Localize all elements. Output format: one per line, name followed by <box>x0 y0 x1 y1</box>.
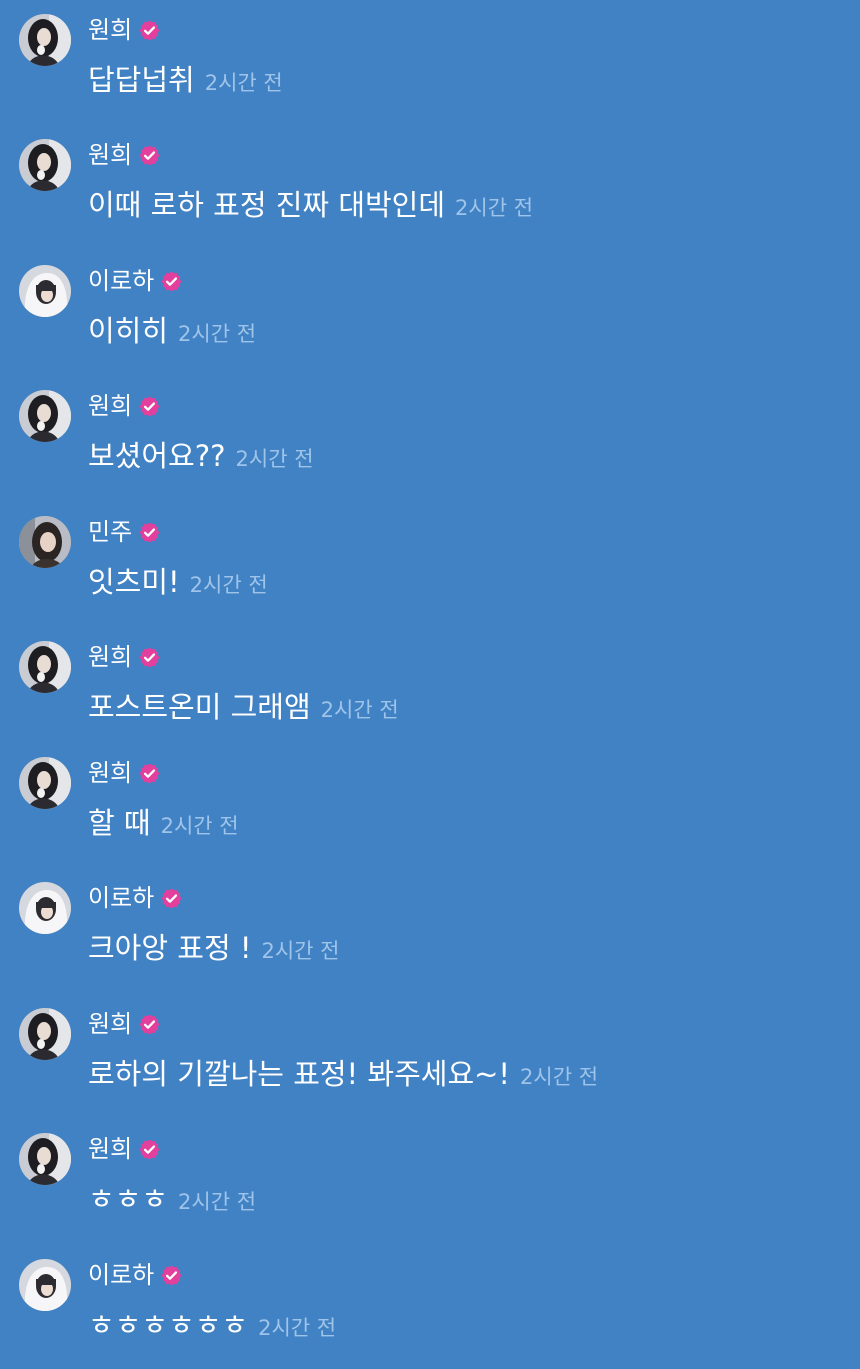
avatar[interactable] <box>19 1259 71 1311</box>
message-text: 크아앙 표정 ! <box>88 931 252 965</box>
message-timestamp: 2시간 전 <box>204 71 283 95</box>
username[interactable]: 원희 <box>88 640 132 674</box>
message-body: 포스트온미 그래앰 2시간 전 <box>88 685 399 729</box>
message-body: 답답넙취 2시간 전 <box>88 58 283 102</box>
message-body: 잇츠미! 2시간 전 <box>88 560 268 604</box>
username[interactable]: 원희 <box>88 756 132 790</box>
chat-message: 이로하 이히히 2시간 전 <box>0 265 860 375</box>
verified-badge-icon <box>138 395 161 418</box>
message-timestamp: 2시간 전 <box>160 814 239 838</box>
message-timestamp: 2시간 전 <box>178 322 257 346</box>
chat-message: 원희 보셨어요?? 2시간 전 <box>0 390 860 500</box>
message-timestamp: 2시간 전 <box>320 698 399 722</box>
verified-badge-icon <box>138 144 161 167</box>
message-timestamp: 2시간 전 <box>235 447 314 471</box>
chat-message: 원희 할 때 2시간 전 <box>0 757 860 867</box>
avatar[interactable] <box>19 757 71 809</box>
chat-message: 원희 ㅎㅎㅎ 2시간 전 <box>0 1133 860 1243</box>
avatar[interactable] <box>19 390 71 442</box>
message-text: 할 때 <box>88 806 151 840</box>
message-timestamp: 2시간 전 <box>261 939 340 963</box>
username[interactable]: 이로하 <box>88 264 154 298</box>
message-text: 이때 로하 표정 진짜 대박인데 <box>88 188 446 222</box>
message-text: 포스트온미 그래앰 <box>88 690 311 724</box>
message-header: 원희 <box>88 388 161 424</box>
message-header: 원희 <box>88 639 161 675</box>
chat-message: 원희 포스트온미 그래앰 2시간 전 <box>0 641 860 751</box>
message-header: 민주 <box>88 514 161 550</box>
verified-badge-icon <box>160 270 183 293</box>
message-text: 잇츠미! <box>88 565 180 599</box>
username[interactable]: 원희 <box>88 1007 132 1041</box>
message-body: 보셨어요?? 2시간 전 <box>88 434 314 478</box>
username[interactable]: 이로하 <box>88 881 154 915</box>
message-body: 크아앙 표정 ! 2시간 전 <box>88 926 339 970</box>
message-text: 이히히 <box>88 314 169 348</box>
message-header: 원희 <box>88 1131 161 1167</box>
message-header: 원희 <box>88 137 161 173</box>
message-body: 할 때 2시간 전 <box>88 801 239 845</box>
message-text: ㅎㅎㅎ <box>88 1182 169 1216</box>
message-timestamp: 2시간 전 <box>178 1190 257 1214</box>
message-header: 원희 <box>88 1006 161 1042</box>
username[interactable]: 원희 <box>88 13 132 47</box>
message-body: ㅎㅎㅎ 2시간 전 <box>88 1177 256 1221</box>
message-text: 답답넙취 <box>88 63 195 97</box>
message-body: 이히히 2시간 전 <box>88 309 256 353</box>
verified-badge-icon <box>160 1264 183 1287</box>
chat-message: 이로하 ㅎㅎㅎㅎㅎㅎ 2시간 전 <box>0 1259 860 1369</box>
message-header: 이로하 <box>88 880 183 916</box>
avatar[interactable] <box>19 1008 71 1060</box>
avatar[interactable] <box>19 641 71 693</box>
verified-badge-icon <box>138 646 161 669</box>
message-timestamp: 2시간 전 <box>189 573 268 597</box>
chat-message: 이로하 크아앙 표정 ! 2시간 전 <box>0 882 860 992</box>
message-timestamp: 2시간 전 <box>455 196 534 220</box>
verified-badge-icon <box>160 887 183 910</box>
verified-badge-icon <box>138 19 161 42</box>
message-header: 이로하 <box>88 1257 183 1293</box>
avatar[interactable] <box>19 265 71 317</box>
message-text: ㅎㅎㅎㅎㅎㅎ <box>88 1308 249 1342</box>
chat-message: 민주 잇츠미! 2시간 전 <box>0 516 860 626</box>
chat-message: 원희 로하의 기깔나는 표정! 봐주세요~! 2시간 전 <box>0 1008 860 1118</box>
message-body: ㅎㅎㅎㅎㅎㅎ 2시간 전 <box>88 1303 336 1347</box>
avatar[interactable] <box>19 139 71 191</box>
message-header: 원희 <box>88 755 161 791</box>
username[interactable]: 원희 <box>88 138 132 172</box>
username[interactable]: 원희 <box>88 1132 132 1166</box>
avatar[interactable] <box>19 1133 71 1185</box>
verified-badge-icon <box>138 521 161 544</box>
username[interactable]: 원희 <box>88 389 132 423</box>
avatar[interactable] <box>19 516 71 568</box>
chat-message: 원희 답답넙취 2시간 전 <box>0 14 860 124</box>
chat-message: 원희 이때 로하 표정 진짜 대박인데 2시간 전 <box>0 139 860 249</box>
avatar[interactable] <box>19 882 71 934</box>
avatar[interactable] <box>19 14 71 66</box>
message-text: 로하의 기깔나는 표정! 봐주세요~! <box>88 1057 511 1091</box>
message-body: 로하의 기깔나는 표정! 봐주세요~! 2시간 전 <box>88 1052 598 1096</box>
message-timestamp: 2시간 전 <box>520 1065 599 1089</box>
verified-badge-icon <box>138 1138 161 1161</box>
username[interactable]: 이로하 <box>88 1258 154 1292</box>
message-text: 보셨어요?? <box>88 439 226 473</box>
message-header: 이로하 <box>88 263 183 299</box>
verified-badge-icon <box>138 762 161 785</box>
username[interactable]: 민주 <box>88 515 132 549</box>
chat-feed[interactable]: 원희 답답넙취 2시간 전 원희 이때 로하 표정 진짜 대박인데 2시간 전 … <box>0 0 860 1366</box>
message-body: 이때 로하 표정 진짜 대박인데 2시간 전 <box>88 183 533 227</box>
verified-badge-icon <box>138 1013 161 1036</box>
message-timestamp: 2시간 전 <box>258 1316 337 1340</box>
message-header: 원희 <box>88 12 161 48</box>
